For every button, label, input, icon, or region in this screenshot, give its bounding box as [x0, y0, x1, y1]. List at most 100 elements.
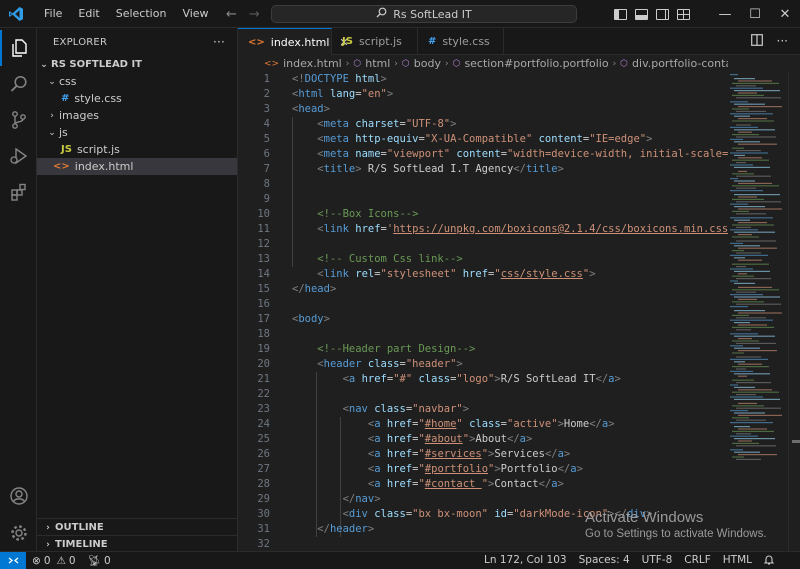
code-line: 6 <meta name="viewport" content="width=d…	[238, 147, 728, 162]
breadcrumb: <> index.html › ⬡ html › ⬡ body › ⬡ section#portfo…	[238, 55, 728, 72]
language-mode[interactable]: HTML	[717, 554, 758, 568]
toggle-panel-icon[interactable]	[635, 8, 648, 20]
manage-gear-icon[interactable]	[0, 515, 37, 551]
tree-item-label: images	[59, 109, 99, 122]
more-actions-icon[interactable]: ···	[777, 34, 788, 48]
editor-actions: ···	[750, 28, 800, 54]
line-number: 15	[257, 283, 270, 295]
notifications-bell-icon[interactable]	[758, 554, 780, 568]
run-and-debug-icon[interactable]	[0, 138, 37, 174]
line-number: 4	[263, 118, 270, 130]
error-icon: ⊗	[32, 554, 41, 567]
code-line: 22	[238, 387, 728, 402]
tab-style-css[interactable]: # style.css	[418, 28, 504, 55]
breadcrumb-item[interactable]: index.html	[283, 57, 342, 70]
line-number: 29	[257, 493, 270, 505]
outline-label: OUTLINE	[55, 522, 104, 533]
breadcrumb-separator-icon: ›	[612, 58, 617, 69]
toggle-primary-sidebar-icon[interactable]	[614, 8, 627, 20]
tab-label: style.css	[442, 35, 490, 48]
vertical-scrollbar[interactable]	[788, 72, 800, 551]
line-number: 21	[257, 373, 270, 385]
customize-layout-icon[interactable]	[677, 8, 690, 20]
tree-folder[interactable]: › images	[37, 107, 237, 124]
code-line: 3 <head>	[238, 102, 728, 117]
menu-selection[interactable]: Selection	[108, 0, 175, 28]
tree-file[interactable]: # style.css	[37, 90, 237, 107]
code-text: <a href="#about">About</a>	[367, 433, 533, 445]
menu-file[interactable]: File	[36, 0, 70, 28]
back-arrow-icon[interactable]: ←	[226, 7, 237, 22]
error-count: 0	[43, 554, 51, 567]
indentation-setting[interactable]: Spaces: 4	[573, 554, 636, 568]
explorer-header: EXPLORER ···	[37, 28, 237, 56]
remote-indicator-icon[interactable]	[0, 551, 26, 569]
code-text: <!DOCTYPE html>	[292, 73, 387, 85]
tree-file[interactable]: JS script.js	[37, 141, 237, 158]
eol-setting[interactable]: CRLF	[678, 554, 717, 568]
code-text: <a href="#portfolio">Portfolio</a>	[367, 463, 583, 475]
split-editor-icon[interactable]	[750, 33, 763, 49]
menu-bar: File Edit Selection View	[36, 0, 217, 28]
tree-file[interactable]: <> index.html	[37, 158, 237, 175]
code-text: <header class="header">	[317, 358, 463, 370]
extensions-icon[interactable]	[0, 174, 37, 210]
code-line: 17 <body>	[238, 312, 728, 327]
menu-view[interactable]: View	[174, 0, 216, 28]
js-file-icon: JS	[61, 144, 72, 155]
vscode-logo-icon	[6, 4, 26, 24]
code-line: 2 <html lang="en">	[238, 87, 728, 102]
search-icon	[376, 7, 387, 21]
source-control-icon[interactable]	[0, 102, 37, 138]
title-bar: File Edit Selection View ← → Rs SoftLead IT…	[0, 0, 800, 28]
code-line: 26 <a href="#services">Services</a>	[238, 447, 728, 462]
code-line: 24 <a href="#home" class="active">Home</…	[238, 417, 728, 432]
search-view-icon[interactable]	[0, 66, 37, 102]
menu-edit[interactable]: Edit	[70, 0, 107, 28]
code-text: </header>	[317, 523, 375, 535]
cursor-position[interactable]: Ln 172, Col 103	[478, 554, 573, 568]
breadcrumb-item[interactable]: section#portfolio.portfolio	[464, 57, 608, 70]
command-center[interactable]: Rs SoftLead IT	[271, 5, 577, 23]
code-text: <a href="#services">Services</a>	[367, 448, 571, 460]
code-text: <head>	[292, 103, 330, 115]
timeline-label: TIMELINE	[55, 539, 108, 550]
ports-status[interactable]: 📡︎ 0	[82, 554, 117, 568]
tree-folder[interactable]: ⌄ js	[37, 124, 237, 141]
breadcrumb-item[interactable]: body	[414, 57, 441, 70]
explorer-icon[interactable]	[0, 30, 37, 66]
line-number: 14	[257, 268, 270, 280]
breadcrumb-item[interactable]: html	[365, 57, 390, 70]
problems-status[interactable]: ⊗ 0 ⚠ 0	[26, 555, 82, 567]
encoding-setting[interactable]: UTF-8	[636, 554, 679, 568]
outline-section[interactable]: › OUTLINE	[37, 518, 238, 536]
code-text: <title> R/S SoftLead I.T Agency</title>	[317, 163, 564, 175]
tree-item-label: css	[59, 75, 77, 88]
code-line: 10 <!--Box Icons-->	[238, 207, 728, 222]
toggle-secondary-sidebar-icon[interactable]	[656, 8, 669, 20]
more-actions-icon[interactable]: ···	[213, 35, 225, 49]
code-text: <!--Box Icons-->	[317, 208, 419, 220]
forward-arrow-icon[interactable]: →	[249, 7, 260, 22]
close-window-button[interactable]: ✕	[770, 0, 800, 28]
code-editor[interactable]: 1 <!DOCTYPE html> 2 <html lang="en"> 3 <head>…	[238, 72, 728, 551]
breadcrumb-item[interactable]: div.portfolio-container	[632, 57, 728, 70]
element-icon: ⬡	[353, 58, 362, 69]
code-line: 18	[238, 327, 728, 342]
workspace-root-folder[interactable]: ⌄ RS SOFTLEAD IT	[37, 56, 237, 73]
explorer-sidebar: EXPLORER ··· ⌄ RS SOFTLEAD IT ⌄ css # style…	[37, 28, 238, 551]
line-number: 11	[257, 223, 270, 235]
line-number: 23	[257, 403, 270, 415]
tree-item-label: index.html	[74, 160, 134, 173]
tree-folder[interactable]: ⌄ css	[37, 73, 237, 90]
tab-script-js[interactable]: JS script.js	[332, 28, 418, 55]
accounts-icon[interactable]	[0, 478, 37, 514]
line-number: 7	[263, 163, 270, 175]
code-line: 1 <!DOCTYPE html>	[238, 72, 728, 87]
minimize-button[interactable]: —	[710, 0, 740, 28]
tab-index-html[interactable]: <> index.html ✕	[238, 28, 349, 55]
minimap[interactable]	[728, 72, 788, 551]
code-line: 15 </head>	[238, 282, 728, 297]
line-number: 25	[257, 433, 270, 445]
maximize-button[interactable]: ☐	[740, 0, 770, 28]
